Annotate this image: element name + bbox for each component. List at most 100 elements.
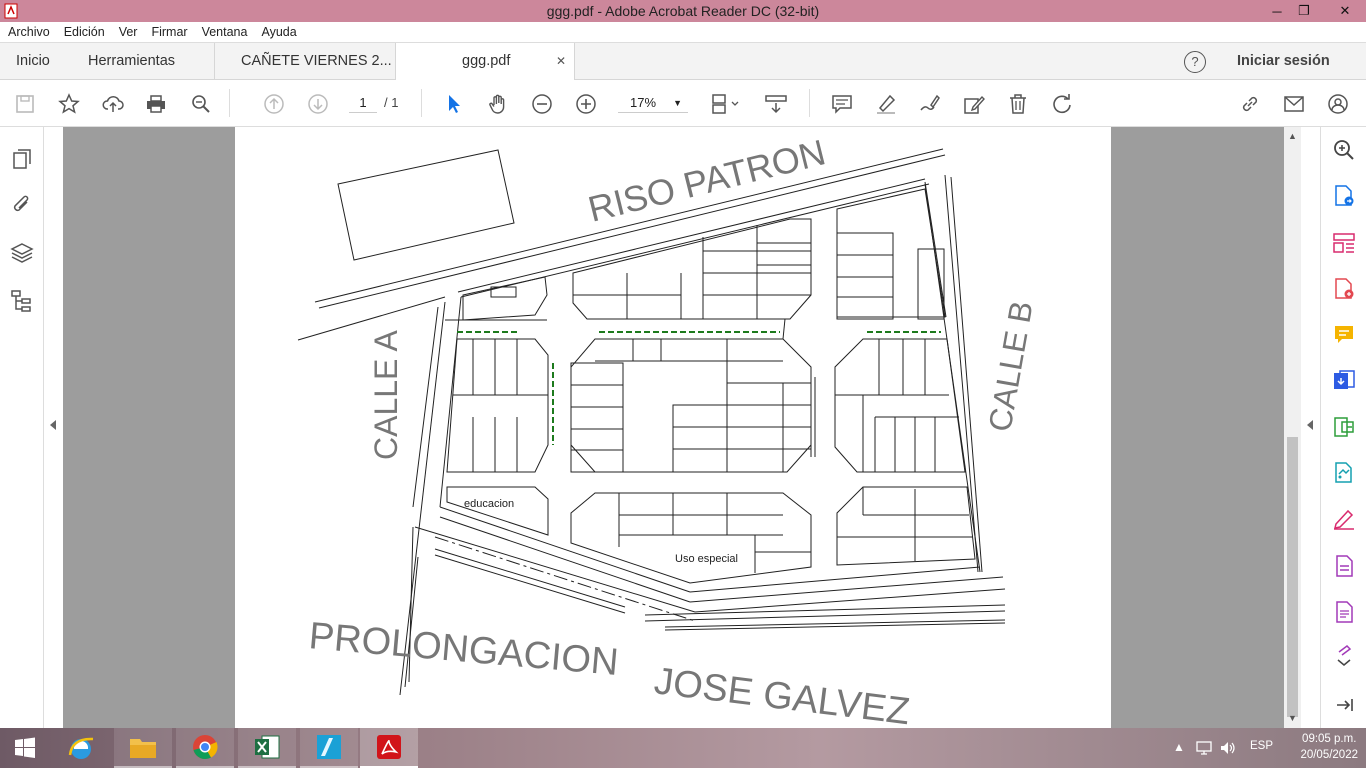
restore-button[interactable]: ❐ bbox=[1291, 0, 1317, 22]
volume-icon[interactable] bbox=[1220, 741, 1236, 755]
zoom-in-icon[interactable] bbox=[574, 92, 598, 116]
right-panel-collapse[interactable] bbox=[1301, 127, 1320, 728]
protect-document-icon[interactable] bbox=[1332, 600, 1356, 624]
page-total-label: / 1 bbox=[384, 95, 399, 110]
toolbar-separator bbox=[229, 89, 230, 117]
combine-files-icon[interactable] bbox=[1332, 369, 1356, 393]
scroll-down-arrow-icon[interactable]: ▼ bbox=[1288, 713, 1297, 723]
comment-icon[interactable] bbox=[830, 92, 854, 116]
scrollbar-thumb[interactable] bbox=[1287, 437, 1298, 717]
chevron-down-icon: ▼ bbox=[673, 98, 682, 108]
hand-tool-icon[interactable] bbox=[486, 92, 510, 116]
site-plan-drawing: RISO PATRON CALLE A CALLE B PROLONGACION… bbox=[297, 131, 1040, 728]
collapse-right-arrow-icon bbox=[1307, 420, 1313, 430]
document-viewer[interactable]: RISO PATRON CALLE A CALLE B PROLONGACION… bbox=[63, 127, 1284, 728]
title-bar: ggg.pdf - Adobe Acrobat Reader DC (32-bi… bbox=[0, 0, 1366, 22]
excel-icon[interactable] bbox=[238, 728, 296, 768]
share-link-icon[interactable] bbox=[1238, 92, 1262, 116]
network-icon[interactable] bbox=[1196, 741, 1212, 755]
acrobat-reader-taskbar-icon[interactable] bbox=[360, 728, 418, 768]
left-navigation-panel bbox=[0, 127, 44, 728]
windows-taskbar: ▲ ESP 09:05 p.m. 20/05/2022 bbox=[0, 728, 1366, 768]
user-share-icon[interactable] bbox=[1326, 92, 1350, 116]
structure-tree-icon[interactable] bbox=[10, 289, 34, 313]
zoom-level-value: 17% bbox=[630, 95, 657, 110]
select-cursor-icon[interactable] bbox=[442, 92, 466, 116]
clock-time: 09:05 p.m. bbox=[1302, 733, 1357, 745]
tab-canete-document[interactable]: CAÑETE VIERNES 2... bbox=[214, 43, 395, 80]
previous-page-icon[interactable] bbox=[262, 92, 286, 116]
menu-firmar[interactable]: Firmar bbox=[151, 25, 187, 39]
organize-pages-icon[interactable] bbox=[1332, 231, 1356, 255]
tab-herramientas[interactable]: Herramientas bbox=[88, 43, 175, 80]
fill-sign-icon[interactable] bbox=[1332, 507, 1356, 531]
left-panel-collapse[interactable] bbox=[44, 127, 63, 728]
windows-start-icon[interactable] bbox=[0, 728, 50, 768]
autocad-icon[interactable] bbox=[300, 728, 358, 768]
chrome-icon[interactable] bbox=[176, 728, 234, 768]
tab-close-button[interactable]: ✕ bbox=[556, 43, 566, 80]
search-zoom-icon[interactable] bbox=[1332, 138, 1356, 162]
help-icon[interactable]: ? bbox=[1184, 51, 1206, 73]
language-indicator[interactable]: ESP bbox=[1250, 740, 1273, 752]
internet-explorer-icon[interactable] bbox=[52, 728, 110, 768]
close-window-button[interactable]: ✕ bbox=[1330, 0, 1360, 22]
scroll-up-arrow-icon[interactable]: ▲ bbox=[1288, 131, 1297, 141]
edit-pdf-icon[interactable] bbox=[962, 92, 986, 116]
tab-ggg-label: ggg.pdf bbox=[462, 53, 511, 69]
tab-inicio[interactable]: Inicio bbox=[16, 43, 50, 80]
file-explorer-icon[interactable] bbox=[114, 728, 172, 768]
zoom-level-select[interactable]: 17% ▼ bbox=[618, 93, 688, 113]
layers-icon[interactable] bbox=[10, 241, 34, 265]
street-label-jose-galvez: JOSE GALVEZ bbox=[652, 660, 912, 728]
system-clock[interactable]: 09:05 p.m. 20/05/2022 bbox=[1300, 731, 1358, 763]
collapse-left-arrow-icon bbox=[50, 420, 56, 430]
document-icon[interactable] bbox=[1332, 554, 1356, 578]
tab-bar: Inicio Herramientas CAÑETE VIERNES 2... … bbox=[0, 43, 1366, 81]
menu-ventana[interactable]: Ventana bbox=[202, 25, 248, 39]
tab-ggg-document[interactable]: ggg.pdf ✕ bbox=[395, 43, 575, 81]
highlight-pen-icon[interactable] bbox=[874, 92, 898, 116]
tray-expand-icon[interactable]: ▲ bbox=[1173, 740, 1185, 754]
window-title: ggg.pdf - Adobe Acrobat Reader DC (32-bi… bbox=[546, 3, 820, 19]
page-fit-icon[interactable] bbox=[708, 92, 742, 116]
minimize-button[interactable]: ─ bbox=[1264, 0, 1290, 22]
rotate-icon[interactable] bbox=[1050, 92, 1074, 116]
menu-ayuda[interactable]: Ayuda bbox=[261, 25, 296, 39]
page-number-input[interactable]: 1 bbox=[349, 93, 377, 113]
save-icon[interactable] bbox=[13, 92, 37, 116]
street-label-riso-patron: RISO PATRON bbox=[584, 131, 829, 229]
label-educacion: educacion bbox=[464, 498, 514, 510]
delete-trash-icon[interactable] bbox=[1006, 92, 1030, 116]
cloud-upload-icon[interactable] bbox=[101, 92, 125, 116]
scan-ocr-icon[interactable] bbox=[1332, 461, 1356, 485]
menu-bar: Archivo Edición Ver Firmar Ventana Ayuda bbox=[0, 22, 1366, 43]
vertical-scrollbar[interactable]: ▲ ▼ bbox=[1284, 127, 1301, 728]
collapse-panel-icon[interactable] bbox=[1332, 693, 1356, 717]
page-thumbnails-icon[interactable] bbox=[10, 147, 34, 171]
sign-in-button[interactable]: Iniciar sesión bbox=[1237, 43, 1330, 80]
scroll-mode-icon[interactable] bbox=[764, 92, 788, 116]
create-pdf-icon[interactable] bbox=[1332, 277, 1356, 301]
compress-pdf-icon[interactable] bbox=[1332, 415, 1356, 439]
print-icon[interactable] bbox=[144, 92, 168, 116]
street-label-calle-b: CALLE B bbox=[981, 298, 1039, 434]
label-uso-especial: Uso especial bbox=[675, 553, 738, 565]
export-pdf-icon[interactable] bbox=[1332, 184, 1356, 208]
draw-freehand-icon[interactable] bbox=[918, 92, 942, 116]
zoom-search-icon[interactable] bbox=[189, 92, 213, 116]
more-tools-icon[interactable] bbox=[1332, 644, 1356, 668]
zoom-out-icon[interactable] bbox=[530, 92, 554, 116]
email-icon[interactable] bbox=[1282, 92, 1306, 116]
menu-edicion[interactable]: Edición bbox=[64, 25, 105, 39]
next-page-icon[interactable] bbox=[306, 92, 330, 116]
menu-archivo[interactable]: Archivo bbox=[8, 25, 50, 39]
pdf-page: RISO PATRON CALLE A CALLE B PROLONGACION… bbox=[235, 127, 1111, 728]
toolbar-separator bbox=[421, 89, 422, 117]
right-tools-panel bbox=[1320, 127, 1366, 728]
bookmark-star-icon[interactable] bbox=[57, 92, 81, 116]
attachment-paperclip-icon[interactable] bbox=[10, 193, 34, 217]
toolbar-separator bbox=[809, 89, 810, 117]
comment-tool-icon[interactable] bbox=[1332, 323, 1356, 347]
menu-ver[interactable]: Ver bbox=[119, 25, 138, 39]
